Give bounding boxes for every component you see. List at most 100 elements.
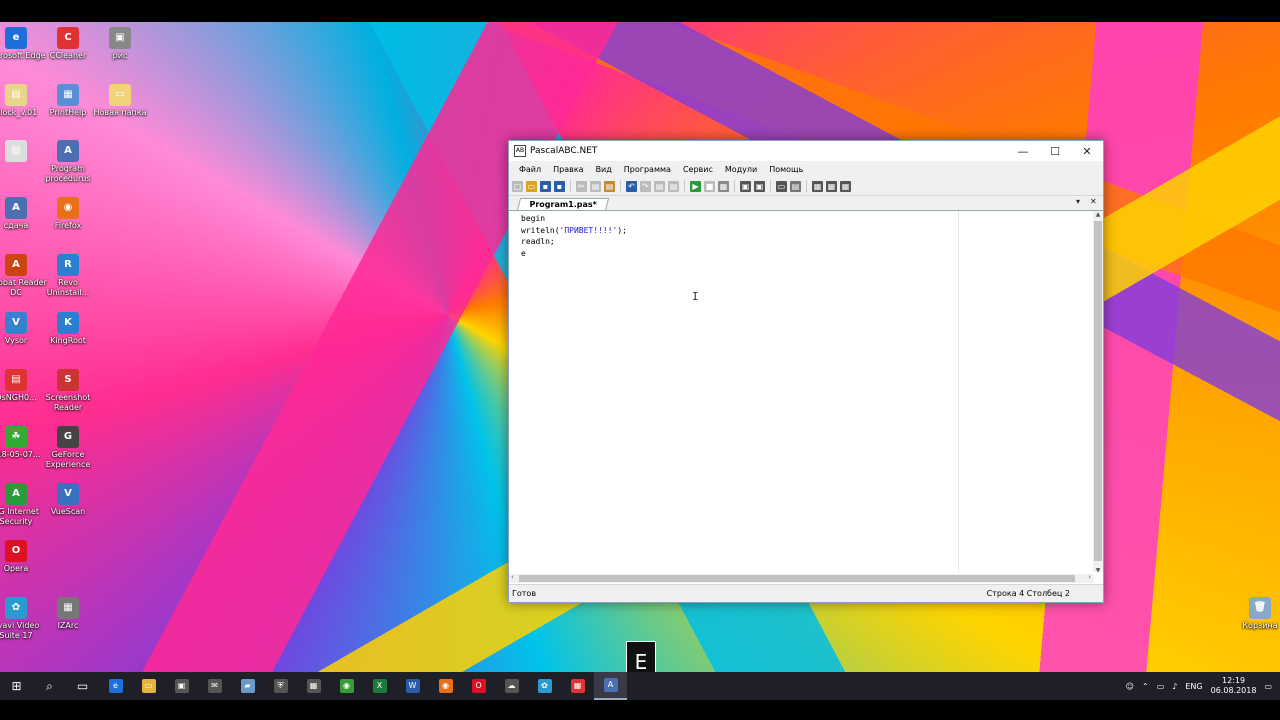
desktop-icon[interactable]: ◉ Firefox <box>36 197 100 231</box>
pascalabc-window[interactable]: AB PascalABC.NET — ☐ ✕ Файл Правка Вид Прог… <box>508 140 1104 603</box>
firefox-taskbar-icon[interactable]: ◉ <box>429 672 462 700</box>
horizontal-scroll-thumb[interactable] <box>519 575 1075 582</box>
calculator-taskbar-icon[interactable]: ▦ <box>297 672 330 700</box>
mail-taskbar-icon[interactable]: ✉ <box>198 672 231 700</box>
desktop-icon[interactable]: ▭ Новая папка <box>88 84 152 118</box>
compile-icon[interactable]: ▦ <box>718 180 729 192</box>
chrome-taskbar-icon[interactable]: ◉ <box>330 672 363 700</box>
network-icon[interactable]: ▭ <box>1157 682 1165 691</box>
scroll-right-icon[interactable]: › <box>1088 573 1091 581</box>
stop-icon[interactable]: ■ <box>704 180 715 192</box>
desktop-icon[interactable]: A Program procedurus <box>36 140 100 184</box>
taskbar-glyph: ⊞ <box>11 679 22 693</box>
console-icon[interactable]: ▭ <box>776 180 787 192</box>
explorer-taskbar-icon[interactable]: ▭ <box>132 672 165 700</box>
outdent-icon[interactable]: ▤ <box>668 180 679 192</box>
desktop-app-icon: ◉ <box>57 197 79 219</box>
new-file-icon[interactable]: ▢ <box>512 180 523 192</box>
defender-taskbar-icon[interactable]: ⛨ <box>264 672 297 700</box>
tray-chevron-icon[interactable]: ⌃ <box>1142 682 1149 691</box>
debug-into-icon[interactable]: ▣ <box>754 180 765 192</box>
tab-close-icon[interactable]: ✕ <box>1090 197 1097 206</box>
maximize-button[interactable]: ☐ <box>1039 141 1071 161</box>
code-text[interactable]: begin writeln('ПРИВЕТ!!!!'); readln; e <box>521 213 627 259</box>
scroll-down-icon[interactable]: ▼ <box>1093 567 1103 572</box>
desktop-icon[interactable]: ▦ IZArc <box>36 597 100 631</box>
desktop-icon[interactable]: 🗑 Корзина <box>1228 597 1280 631</box>
menu-item[interactable]: Помощь <box>763 165 809 174</box>
desktop-app-icon: V <box>57 483 79 505</box>
cursor-position: Строка 4 Столбец 2 <box>986 589 1070 598</box>
desktop-icon[interactable]: R Revo Uninstall... <box>36 254 100 298</box>
menu-item[interactable]: Файл <box>513 165 547 174</box>
video-suite-taskbar-icon[interactable]: ✿ <box>528 672 561 700</box>
menu-item[interactable]: Вид <box>590 165 618 174</box>
scroll-left-icon[interactable]: ‹ <box>511 573 514 581</box>
app-taskbar-icon[interactable]: ▰ <box>231 672 264 700</box>
redo-icon[interactable]: ↷ <box>640 180 651 192</box>
desktop-icon[interactable]: G GeForce Experience <box>36 426 100 470</box>
run-icon[interactable]: ▶ <box>690 180 701 192</box>
properties-icon[interactable]: ▦ <box>826 180 837 192</box>
undo-icon[interactable]: ↶ <box>626 180 637 192</box>
title-bar[interactable]: AB PascalABC.NET — ☐ ✕ <box>509 141 1103 161</box>
notifications-icon[interactable]: ▭ <box>1264 682 1272 691</box>
edge-taskbar-icon[interactable]: e <box>99 672 132 700</box>
opera-taskbar-icon[interactable]: O <box>462 672 495 700</box>
minimize-button[interactable]: — <box>1007 141 1039 161</box>
start-icon[interactable]: ⊞ <box>0 672 33 700</box>
form-designer-icon[interactable]: ▦ <box>812 180 823 192</box>
word-taskbar-icon[interactable]: W <box>396 672 429 700</box>
store-taskbar-icon[interactable]: ▣ <box>165 672 198 700</box>
taskbar-glyph: ◉ <box>438 679 453 693</box>
menu-item[interactable]: Модули <box>719 165 763 174</box>
tab-program1[interactable]: Program1.pas* <box>517 198 610 210</box>
desktop-icon[interactable]: ▣ рис <box>88 27 152 61</box>
format-icon[interactable]: ▤ <box>790 180 801 192</box>
tab-dropdown-icon[interactable]: ▾ <box>1076 197 1080 206</box>
paint-taskbar-icon[interactable]: ▦ <box>561 672 594 700</box>
desktop-icon[interactable]: K KingRoot <box>36 312 100 346</box>
menu-item[interactable]: Правка <box>547 165 589 174</box>
save-all-icon[interactable]: ▪ <box>554 180 565 192</box>
menu-item[interactable]: Сервис <box>677 165 719 174</box>
horizontal-scrollbar[interactable]: ‹ › <box>509 573 1093 583</box>
indent-icon[interactable]: ▤ <box>654 180 665 192</box>
code-line-4: e <box>521 248 526 258</box>
desktop-app-icon: G <box>57 426 79 448</box>
language-indicator[interactable]: ENG <box>1185 682 1202 691</box>
people-icon[interactable]: ☺ <box>1126 682 1134 691</box>
close-button[interactable]: ✕ <box>1071 141 1103 161</box>
desktop-icon[interactable]: V VueScan <box>36 483 100 517</box>
desktop-app-icon: A <box>5 197 27 219</box>
open-folder-icon[interactable]: ▭ <box>526 180 537 192</box>
tab-bar: Program1.pas* ▾ ✕ <box>509 196 1103 211</box>
debug-step-icon[interactable]: ▣ <box>740 180 751 192</box>
save-icon[interactable]: ▪ <box>540 180 551 192</box>
code-editor[interactable]: begin writeln('ПРИВЕТ!!!!'); readln; e ▲ ▼ <box>509 211 1103 572</box>
scroll-up-icon[interactable]: ▲ <box>1093 211 1103 218</box>
paste-icon[interactable]: ▤ <box>604 180 615 192</box>
cloud-taskbar-icon[interactable]: ☁ <box>495 672 528 700</box>
desktop-icon[interactable]: O Opera <box>0 540 48 574</box>
desktop-app-icon: A <box>57 140 79 162</box>
desktop-app-icon: ▣ <box>109 27 131 49</box>
copy-icon[interactable]: ▤ <box>590 180 601 192</box>
volume-icon[interactable]: ♪ <box>1172 682 1177 691</box>
vertical-scrollbar[interactable]: ▲ ▼ <box>1093 211 1103 572</box>
app-icon: AB <box>514 145 526 157</box>
code-line-1: begin <box>521 214 546 223</box>
task-view-icon[interactable]: ▭ <box>66 672 99 700</box>
cut-icon[interactable]: ✂ <box>576 180 587 192</box>
desktop-app-icon: ▤ <box>5 84 27 106</box>
excel-taskbar-icon[interactable]: X <box>363 672 396 700</box>
search-icon[interactable]: ⌕ <box>33 672 66 700</box>
pascalabc-taskbar-icon[interactable]: A <box>594 672 627 700</box>
desktop-app-icon: ▤ <box>5 369 27 391</box>
vertical-scroll-thumb[interactable] <box>1094 221 1102 561</box>
desktop-icon[interactable]: S Screenshot Reader <box>36 369 100 413</box>
clock[interactable]: 12:19 06.08.2018 <box>1211 676 1257 696</box>
desktop-icon-label: Корзина <box>1242 621 1278 630</box>
menu-item[interactable]: Программа <box>618 165 677 174</box>
options-icon[interactable]: ▦ <box>840 180 851 192</box>
